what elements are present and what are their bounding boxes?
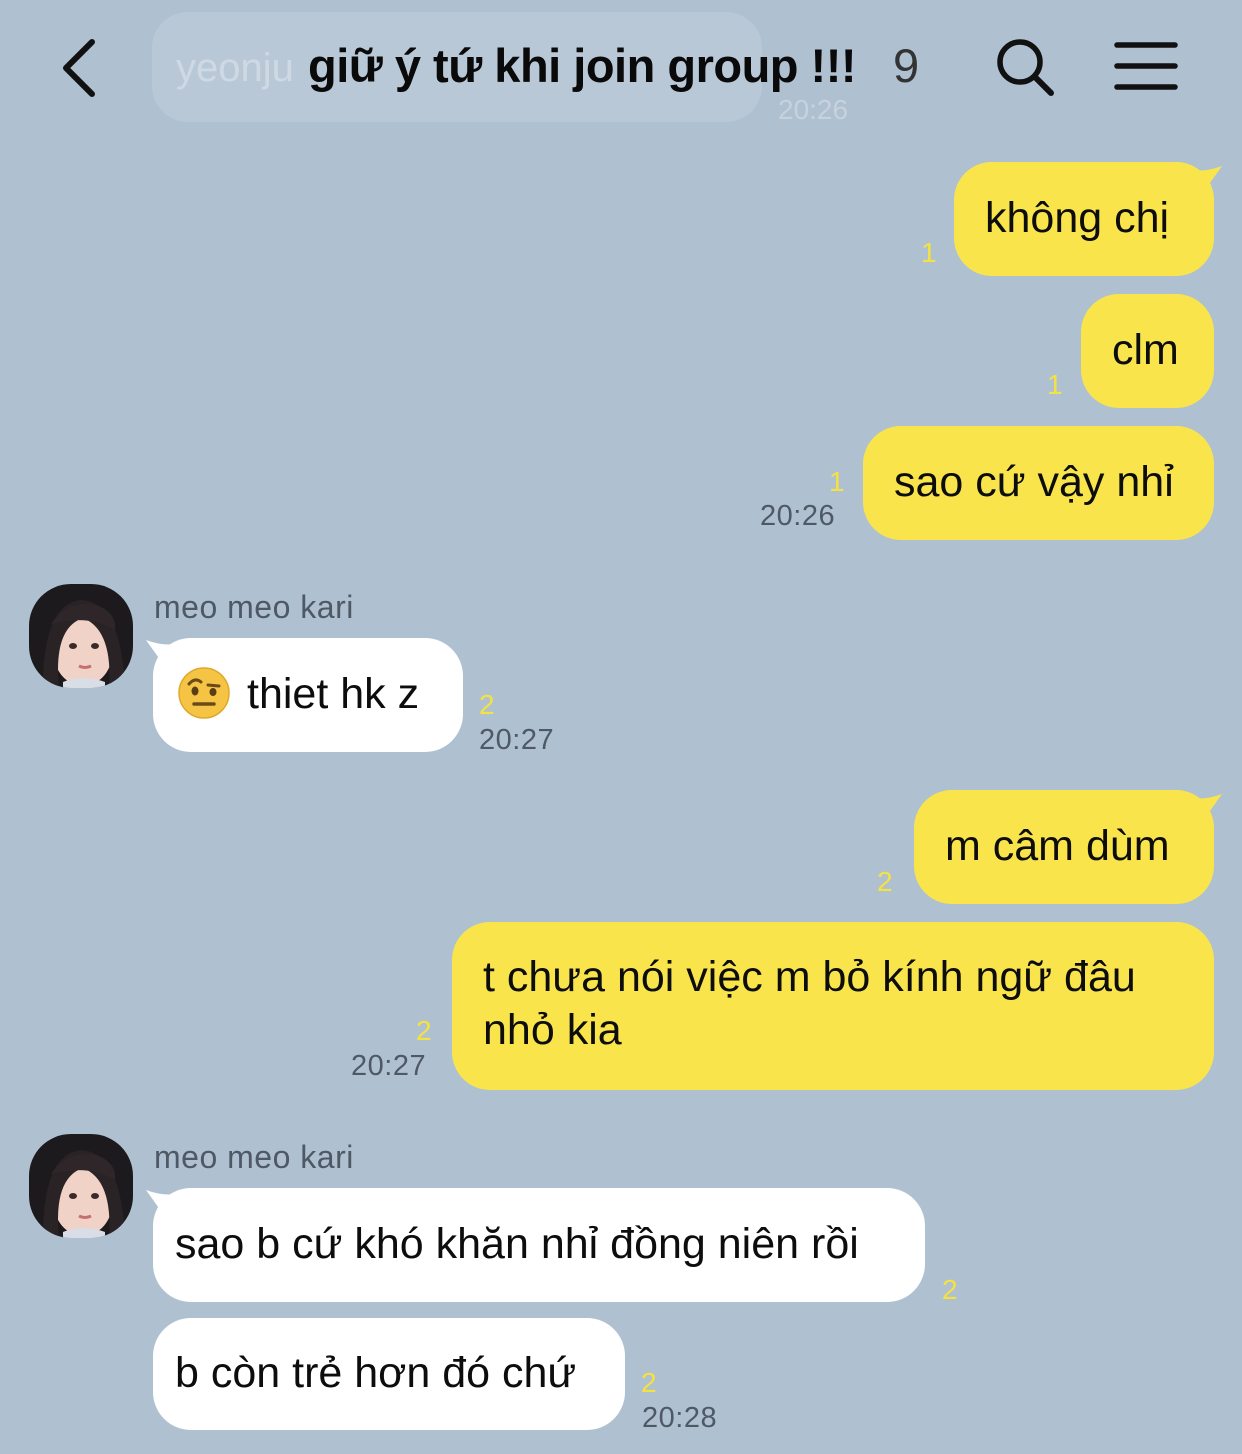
message-bubble[interactable]: không chị [954, 162, 1214, 276]
unread-count: 2 [877, 866, 893, 897]
message-time: 20:28 [642, 1402, 718, 1434]
sender-name[interactable]: meo meo kari [154, 589, 354, 626]
unread-count: 2 [479, 689, 495, 720]
member-count: 9 [893, 39, 920, 92]
message-text: thiet hk z [247, 670, 420, 718]
message-text: m câm dùm [945, 822, 1170, 870]
message-bubble[interactable]: sao cứ vậy nhỉ [863, 426, 1214, 540]
message-time: 20:27 [479, 724, 555, 756]
avatar-image [29, 584, 133, 688]
scrolled-message-time: 20:26 [778, 94, 849, 125]
message-text: sao b cứ khó khăn nhỉ đồng niên rồi [175, 1220, 859, 1268]
unread-count: 2 [641, 1367, 657, 1398]
message-text: b còn trẻ hơn đó chứ [175, 1349, 577, 1397]
avatar[interactable] [29, 1134, 133, 1238]
message-text-line: nhỏ kia [483, 1006, 622, 1054]
unread-count: 1 [829, 466, 845, 497]
search-button[interactable] [994, 36, 1056, 98]
avatar-image [29, 1134, 133, 1238]
unread-count: 1 [1047, 369, 1063, 400]
scrolled-message-text: yeonju [176, 46, 294, 90]
message-bubble[interactable]: thiet hk z [153, 638, 463, 752]
avatar[interactable] [29, 584, 133, 688]
chat-header: yeonju 20:26 giữ ý tứ khi join group !!!… [0, 0, 1242, 132]
back-button[interactable] [56, 36, 104, 100]
chat-title[interactable]: giữ ý tứ khi join group !!! [308, 38, 857, 93]
message-text: clm [1112, 326, 1179, 374]
unread-count: 2 [942, 1274, 958, 1305]
menu-button[interactable] [1114, 40, 1178, 92]
unread-count: 2 [416, 1015, 432, 1046]
face-with-raised-eyebrow-icon [178, 666, 230, 719]
message-text: sao cứ vậy nhỉ [894, 458, 1174, 506]
message-text-line: t chưa nói việc m bỏ kính ngữ đâu [483, 953, 1136, 1001]
message-bubble[interactable]: clm [1081, 294, 1214, 408]
message-bubble[interactable]: b còn trẻ hơn đó chứ [153, 1318, 625, 1430]
search-icon [997, 39, 1054, 96]
unread-count: 1 [921, 237, 937, 268]
message-text: không chị [985, 194, 1170, 242]
message-bubble[interactable]: t chưa nói việc m bỏ kính ngữ đâu nhỏ ki… [452, 922, 1214, 1090]
hamburger-menu-icon [1114, 42, 1178, 90]
message-time: 20:26 [760, 500, 836, 532]
sender-name[interactable]: meo meo kari [154, 1139, 354, 1176]
message-time: 20:27 [351, 1050, 427, 1082]
chevron-left-icon [63, 39, 95, 97]
message-bubble[interactable]: sao b cứ khó khăn nhỉ đồng niên rồi [153, 1188, 925, 1302]
message-bubble[interactable]: m câm dùm [914, 790, 1214, 904]
